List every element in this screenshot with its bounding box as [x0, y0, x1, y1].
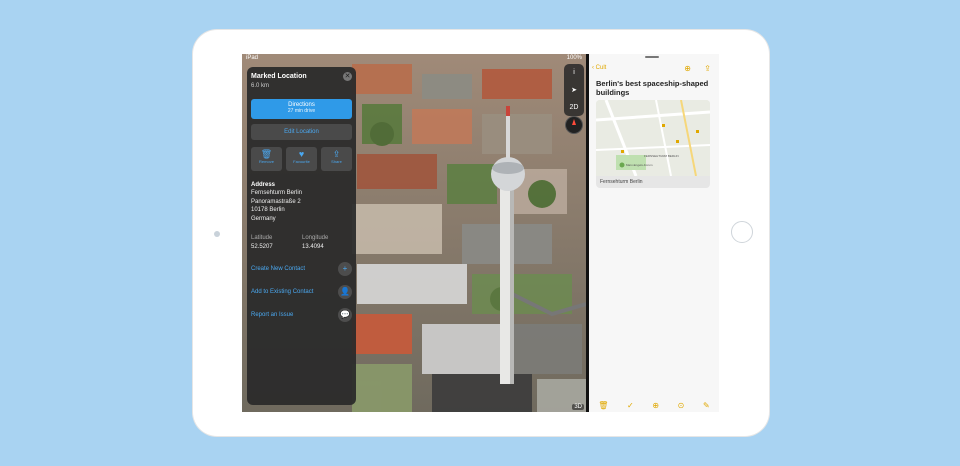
compass-icon[interactable]: ⊙ [678, 401, 685, 410]
create-new-contact-link[interactable]: Create New Contact [251, 266, 305, 272]
checklist-icon[interactable]: ✓ [627, 401, 634, 410]
favourite-label: Favourite [293, 159, 310, 164]
map-controls: i ➤ 2D [564, 64, 584, 116]
share-icon[interactable]: ⇪ [704, 64, 711, 73]
notes-toolbar: 🗑 ✓ ⊕ ⊙ ✎ [589, 398, 719, 412]
remove-label: Remove [259, 159, 274, 164]
place-distance: 6.0 km [251, 83, 270, 89]
place-card: Marked Location 6.0 km ✕ Directions 27 m… [247, 67, 356, 405]
map-place-label: FERNSEHTURM BERLIN [644, 154, 679, 158]
battery-indicator: 100% [566, 55, 582, 61]
favourite-button[interactable]: ♥ Favourite [286, 147, 317, 171]
back-button[interactable]: ‹ Cult [592, 65, 606, 71]
report-issue-link[interactable]: Report an Issue [251, 312, 293, 318]
longitude-label: Longitude [302, 235, 329, 241]
add-contact-icon[interactable]: 👤 [338, 285, 352, 299]
compass-icon[interactable] [565, 116, 583, 134]
address-block[interactable]: Fernsehturm Berlin Panoramastraße 2 1017… [251, 189, 302, 223]
map-thumbnail: FERNSEHTURM BERLIN Marx-Engels-Forum [596, 100, 710, 176]
address-line: Fernsehturm Berlin [251, 190, 303, 196]
compose-icon[interactable]: ✎ [703, 401, 710, 410]
directions-button[interactable]: Directions 27 min drive [251, 99, 352, 119]
speech-bubble-icon[interactable]: 💬 [338, 308, 352, 322]
share-button[interactable]: ⇪ Share [321, 147, 352, 171]
latitude-value: 52.5207 [251, 244, 273, 250]
edit-location-button[interactable]: Edit Location [251, 124, 352, 140]
address-line: 10178 Berlin [251, 207, 285, 213]
2d-toggle-button[interactable]: 2D [570, 104, 579, 111]
status-bar: iPad 100% [242, 54, 586, 64]
trash-icon[interactable]: 🗑 [598, 401, 608, 410]
plus-icon[interactable]: + [338, 262, 352, 276]
info-icon[interactable]: i [573, 69, 575, 76]
longitude-value: 13.4094 [302, 244, 324, 250]
3d-badge: 3D [572, 404, 584, 410]
maps-app[interactable]: iPad 100% i ➤ 2D 3D Marked Location 6.0 … [242, 54, 586, 412]
note-title[interactable]: Berlin's best spaceship-shaped buildings [596, 79, 711, 97]
add-to-existing-contact-link[interactable]: Add to Existing Contact [251, 289, 313, 295]
map-attachment-caption: Fernsehturm Berlin [596, 176, 710, 188]
heart-icon: ♥ [298, 149, 305, 159]
remove-button[interactable]: 🗑 Remove [251, 147, 282, 171]
map-attachment[interactable]: FERNSEHTURM BERLIN Marx-Engels-Forum [596, 100, 710, 176]
back-label: Cult [595, 65, 607, 71]
trash-icon: 🗑 [260, 149, 273, 159]
notes-app[interactable]: ‹ Cult ⊕ ⇪ Berlin's best spaceship-shape… [589, 54, 719, 412]
status-bar-left: iPad [246, 55, 259, 61]
front-camera [214, 231, 220, 237]
chevron-left-icon: ‹ [592, 65, 594, 71]
address-line: Panoramastraße 2 [251, 198, 301, 205]
drive-time: 27 min drive [287, 108, 316, 114]
ipad-screen: iPad 100% i ➤ 2D 3D Marked Location 6.0 … [242, 54, 719, 412]
map-pin-label: Marx-Engels-Forum [626, 163, 653, 167]
close-icon[interactable]: ✕ [343, 72, 352, 81]
share-icon: ⇪ [332, 149, 341, 159]
slide-over-grabber[interactable] [645, 56, 659, 58]
share-label: Share [331, 159, 342, 164]
plus-circle-icon[interactable]: ⊕ [652, 401, 659, 410]
place-title: Marked Location [251, 73, 307, 80]
home-button[interactable] [731, 221, 753, 243]
latitude-label: Latitude [251, 235, 273, 241]
add-people-icon[interactable]: ⊕ [684, 64, 691, 73]
address-line: Germany [251, 215, 276, 222]
location-arrow-icon[interactable]: ➤ [571, 86, 577, 94]
